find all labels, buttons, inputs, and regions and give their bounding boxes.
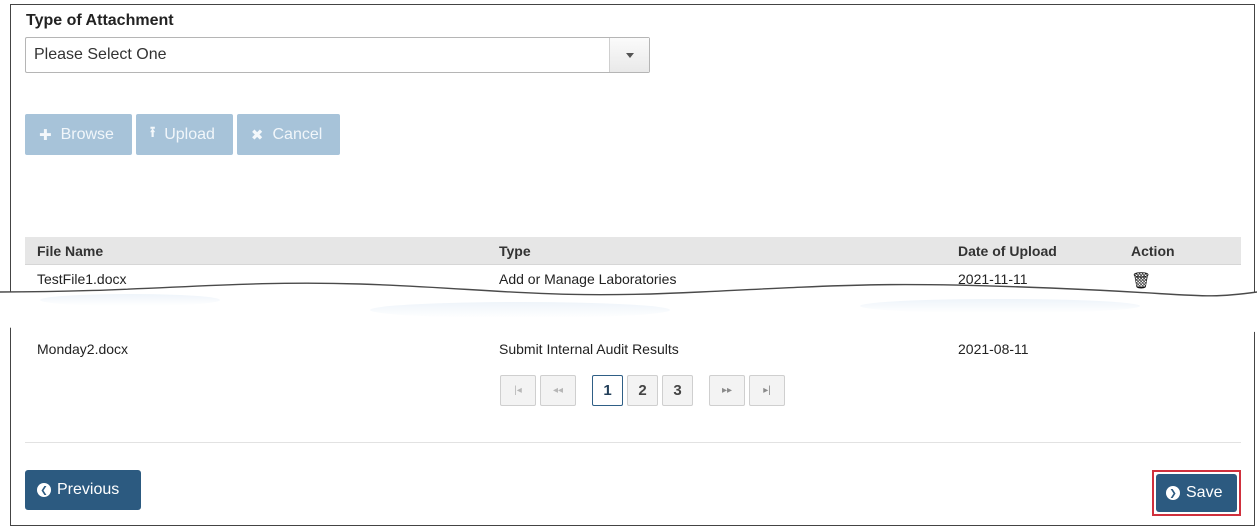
pagination: |◂ ◂◂ 1 2 3 ▸▸ ▸| bbox=[500, 375, 785, 406]
previous-button[interactable]: ❮ Previous bbox=[25, 470, 141, 510]
close-icon: ✖ bbox=[250, 126, 264, 144]
attachment-type-select[interactable]: Please Select One bbox=[25, 37, 650, 73]
column-header-file-name[interactable]: File Name bbox=[37, 243, 103, 259]
page-button-2[interactable]: 2 bbox=[627, 375, 658, 406]
page-frame bbox=[10, 4, 1255, 526]
page-button-3[interactable]: 3 bbox=[662, 375, 693, 406]
plus-icon: ✚ bbox=[39, 126, 52, 144]
cancel-button[interactable]: ✖ Cancel bbox=[236, 114, 341, 155]
date-cell: 2021-08-11 bbox=[958, 341, 1029, 357]
next-page-icon[interactable]: ▸▸ bbox=[709, 375, 745, 406]
attachment-type-title: Type of Attachment bbox=[26, 12, 174, 29]
upload-button[interactable]: ⭱ Upload bbox=[135, 114, 233, 155]
attachment-type-select-value: Please Select One bbox=[34, 46, 167, 63]
first-page-icon[interactable]: |◂ bbox=[500, 375, 536, 406]
chevron-right-icon: ❯ bbox=[1166, 486, 1180, 500]
upload-icon: ⭱ bbox=[149, 124, 156, 141]
chevron-left-icon: ❮ bbox=[37, 483, 51, 497]
last-page-icon[interactable]: ▸| bbox=[749, 375, 785, 406]
file-name-cell: Monday2.docx bbox=[37, 341, 129, 357]
table-row: Monday2.docx Submit Internal Audit Resul… bbox=[25, 338, 1241, 360]
save-button-highlight: ❯ Save bbox=[1152, 470, 1241, 516]
table-header: File Name Type Date of Upload Action bbox=[25, 237, 1241, 265]
column-header-action: Action bbox=[1131, 243, 1175, 259]
caret-down-icon bbox=[625, 52, 634, 58]
column-header-type[interactable]: Type bbox=[499, 243, 531, 259]
browse-label: Browse bbox=[60, 125, 114, 143]
save-button[interactable]: ❯ Save bbox=[1156, 474, 1237, 512]
column-header-date[interactable]: Date of Upload bbox=[958, 243, 1057, 259]
upload-toolbar: ✚ Browse ⭱ Upload ✖ Cancel bbox=[25, 114, 341, 155]
previous-page-icon[interactable]: ◂◂ bbox=[540, 375, 576, 406]
browse-button[interactable]: ✚ Browse bbox=[25, 114, 132, 155]
previous-label: Previous bbox=[57, 481, 120, 498]
type-cell: Submit Internal Audit Results bbox=[499, 341, 679, 357]
footer-divider bbox=[25, 442, 1241, 443]
torn-edge-separator bbox=[0, 282, 1257, 332]
upload-label: Upload bbox=[164, 125, 215, 143]
dropdown-toggle[interactable] bbox=[609, 38, 649, 72]
cancel-label: Cancel bbox=[272, 125, 323, 143]
page-button-1[interactable]: 1 bbox=[592, 375, 623, 406]
save-label: Save bbox=[1186, 484, 1223, 501]
